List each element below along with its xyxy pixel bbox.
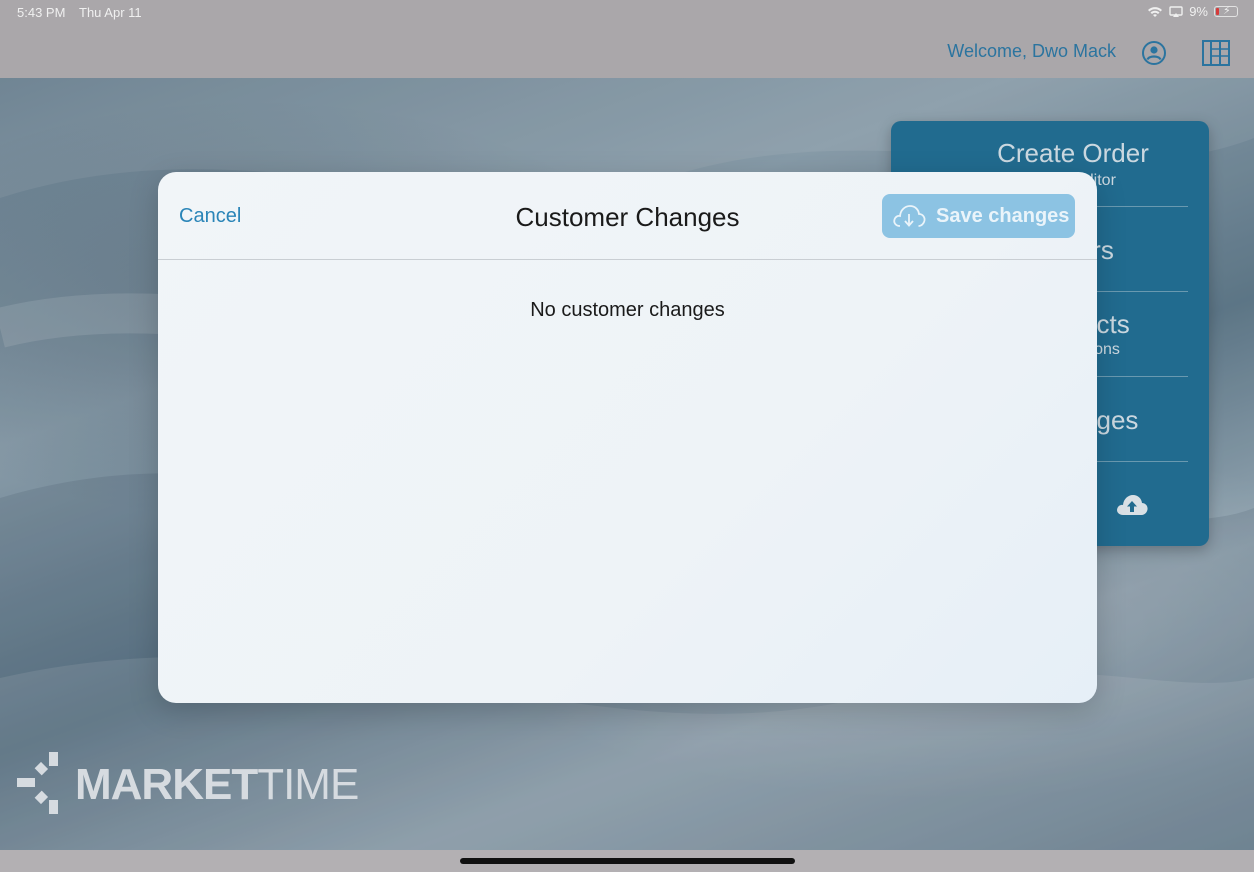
logo-wordmark-thin: TIME bbox=[257, 760, 359, 809]
save-changes-label: Save changes bbox=[936, 204, 1070, 227]
home-indicator[interactable] bbox=[460, 858, 795, 864]
cloud-download-icon bbox=[893, 205, 926, 227]
save-changes-button[interactable]: Save changes bbox=[882, 194, 1075, 238]
empty-state-message: No customer changes bbox=[530, 299, 725, 321]
markettime-logo: MARKETTIME bbox=[17, 752, 397, 814]
logo-mark-icon bbox=[17, 752, 58, 814]
logo-wordmark-bold: MARKET bbox=[75, 760, 258, 809]
logo-wordmark: MARKETTIME bbox=[75, 760, 359, 810]
customer-changes-modal: Cancel Customer Changes Save changes No … bbox=[158, 172, 1097, 703]
modal-header: Cancel Customer Changes Save changes bbox=[158, 172, 1097, 260]
